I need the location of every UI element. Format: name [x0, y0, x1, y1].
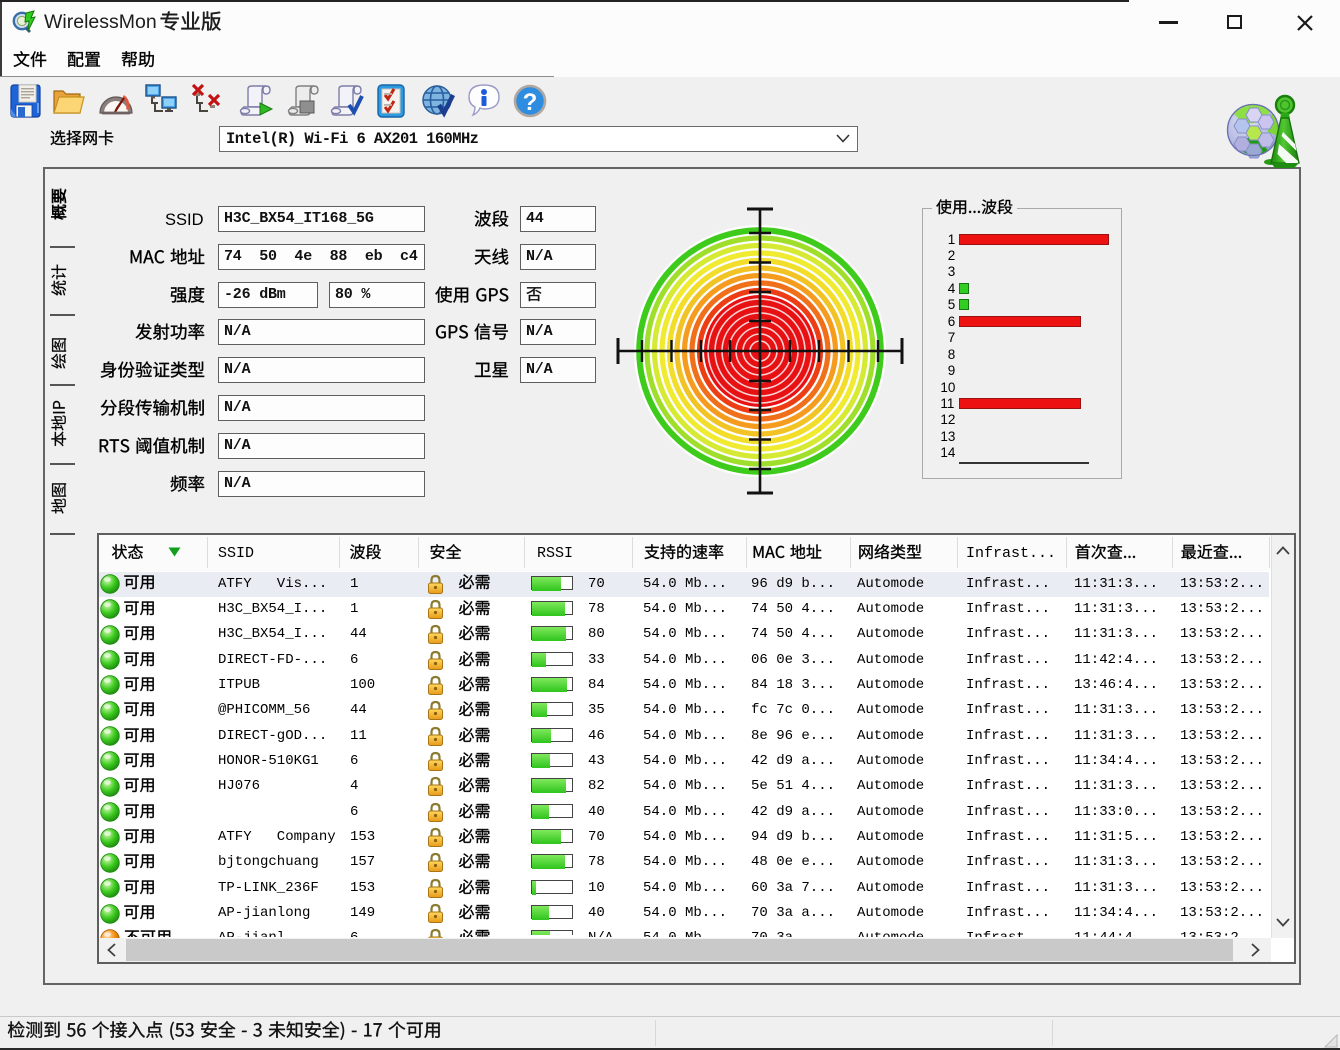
svg-text:?: ? [523, 89, 538, 116]
